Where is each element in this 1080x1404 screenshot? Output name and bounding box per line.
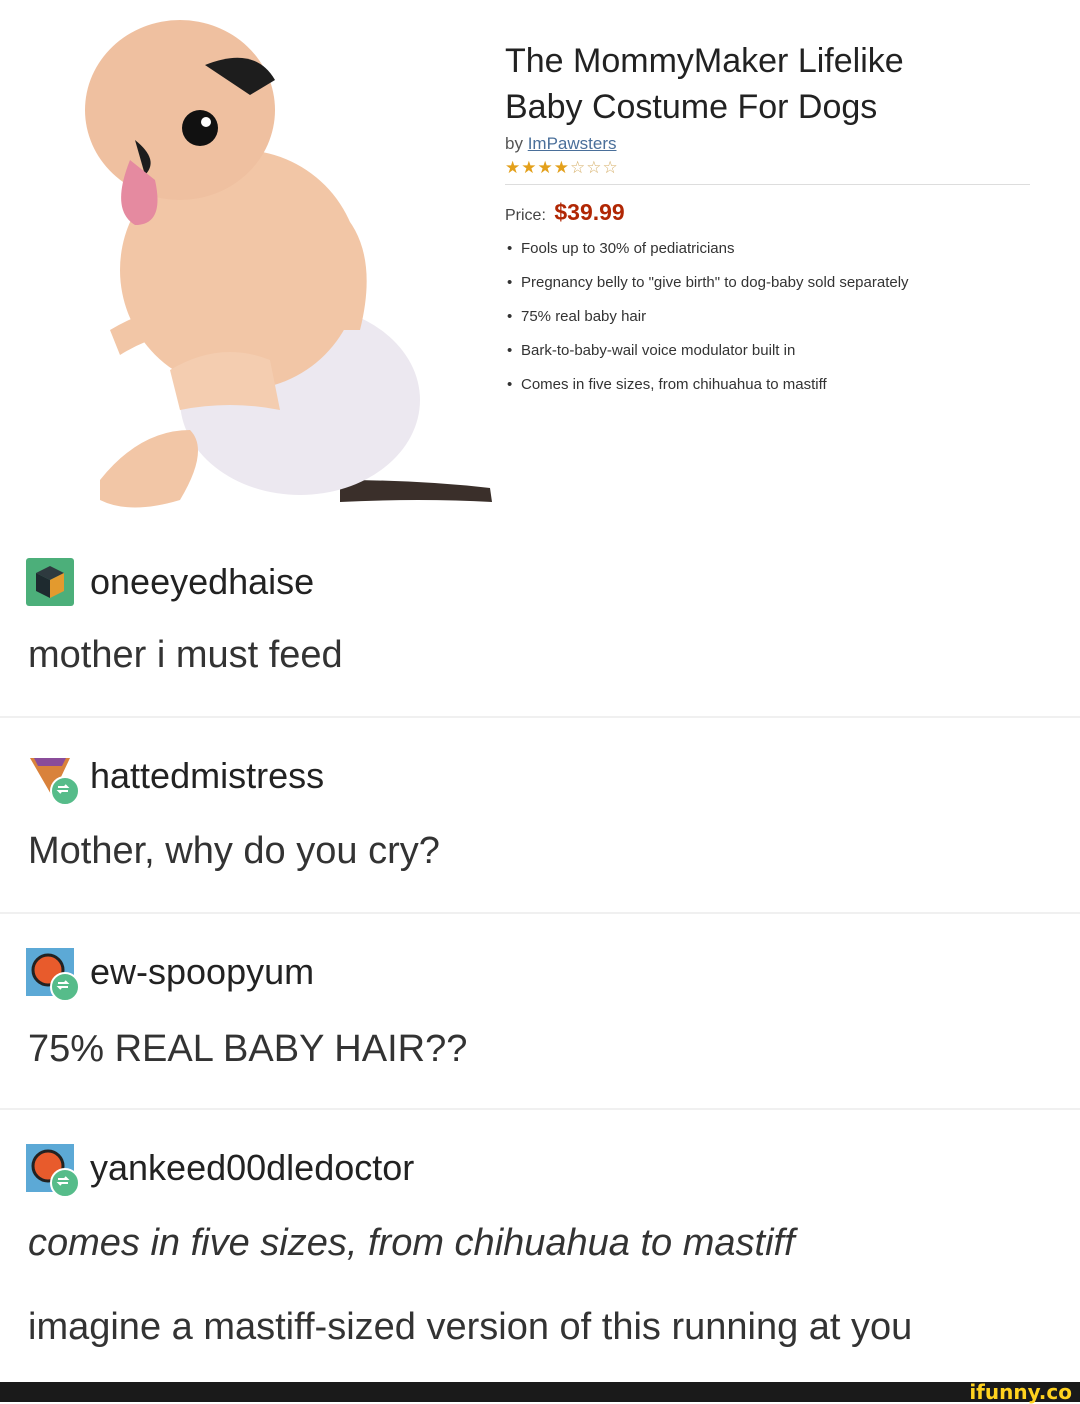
username[interactable]: yankeed00dledoctor [90,1147,414,1189]
avatar[interactable] [26,558,74,606]
reblog-icon [50,972,80,1002]
star-filled-icon: ★ [537,158,553,177]
price-value: $39.99 [554,199,625,225]
footer-bar: ifunny.co [0,1380,1080,1404]
post-header: ew-spoopyum [26,944,314,1002]
post-divider [0,912,1080,914]
avatar[interactable] [26,948,80,1002]
product-image [85,20,492,508]
feature-item: Comes in five sizes, from chihuahua to m… [505,374,1021,396]
feature-item: Fools up to 30% of pediatricians [505,238,1021,260]
feature-item: Pregnancy belly to "give birth" to dog-b… [505,272,1021,294]
feature-item: Bark-to-baby-wail voice modulator built … [505,340,1021,362]
post-divider [0,716,1080,718]
product-info: The MommyMaker Lifelike Baby Costume For… [505,38,1045,408]
username[interactable]: ew-spoopyum [90,951,314,993]
feature-item: 75% real baby hair [505,306,1021,328]
divider [505,184,1030,185]
price-row: Price: $39.99 [505,199,1045,226]
product-title[interactable]: The MommyMaker Lifelike Baby Costume For… [505,38,1045,130]
post-text: imagine a mastiff-sized version of this … [28,1306,913,1348]
star-filled-icon: ★ [505,158,521,177]
post-header: hattedmistress [26,748,324,806]
star-empty-icon: ☆ [570,158,586,177]
product-title-line-1: The MommyMaker Lifelike [505,42,904,80]
byline: by ImPawsters [505,134,1045,154]
reblog-icon [50,1168,80,1198]
post-divider [0,1108,1080,1110]
post-header: oneeyedhaise [26,554,314,610]
product-title-line-2: Baby Costume For Dogs [505,88,878,126]
post-text: Mother, why do you cry? [28,830,440,872]
star-rating[interactable]: ★ ★ ★ ★ ☆ ☆ ☆ [505,158,1045,178]
product-card: The MommyMaker Lifelike Baby Costume For… [0,0,1080,540]
post-quote: comes in five sizes, from chihuahua to m… [28,1222,795,1264]
star-empty-icon: ☆ [586,158,602,177]
post-text: 75% REAL BABY HAIR?? [28,1028,468,1070]
brand-link[interactable]: ImPawsters [528,134,617,153]
post-header: yankeed00dledoctor [26,1140,414,1198]
byline-label: by [505,134,523,153]
feature-list: Fools up to 30% of pediatricians Pregnan… [505,238,1045,396]
cube-icon [26,558,74,606]
avatar[interactable] [26,1144,80,1198]
star-empty-icon: ☆ [602,158,618,177]
watermark-logo: ifunny.co [969,1380,1072,1404]
star-filled-icon: ★ [553,158,569,177]
price-label: Price: [505,207,546,224]
post-text: mother i must feed [28,634,343,676]
avatar[interactable] [26,752,80,806]
reblog-icon [50,776,80,806]
username[interactable]: oneeyedhaise [90,561,314,603]
username[interactable]: hattedmistress [90,755,324,797]
star-filled-icon: ★ [521,158,537,177]
